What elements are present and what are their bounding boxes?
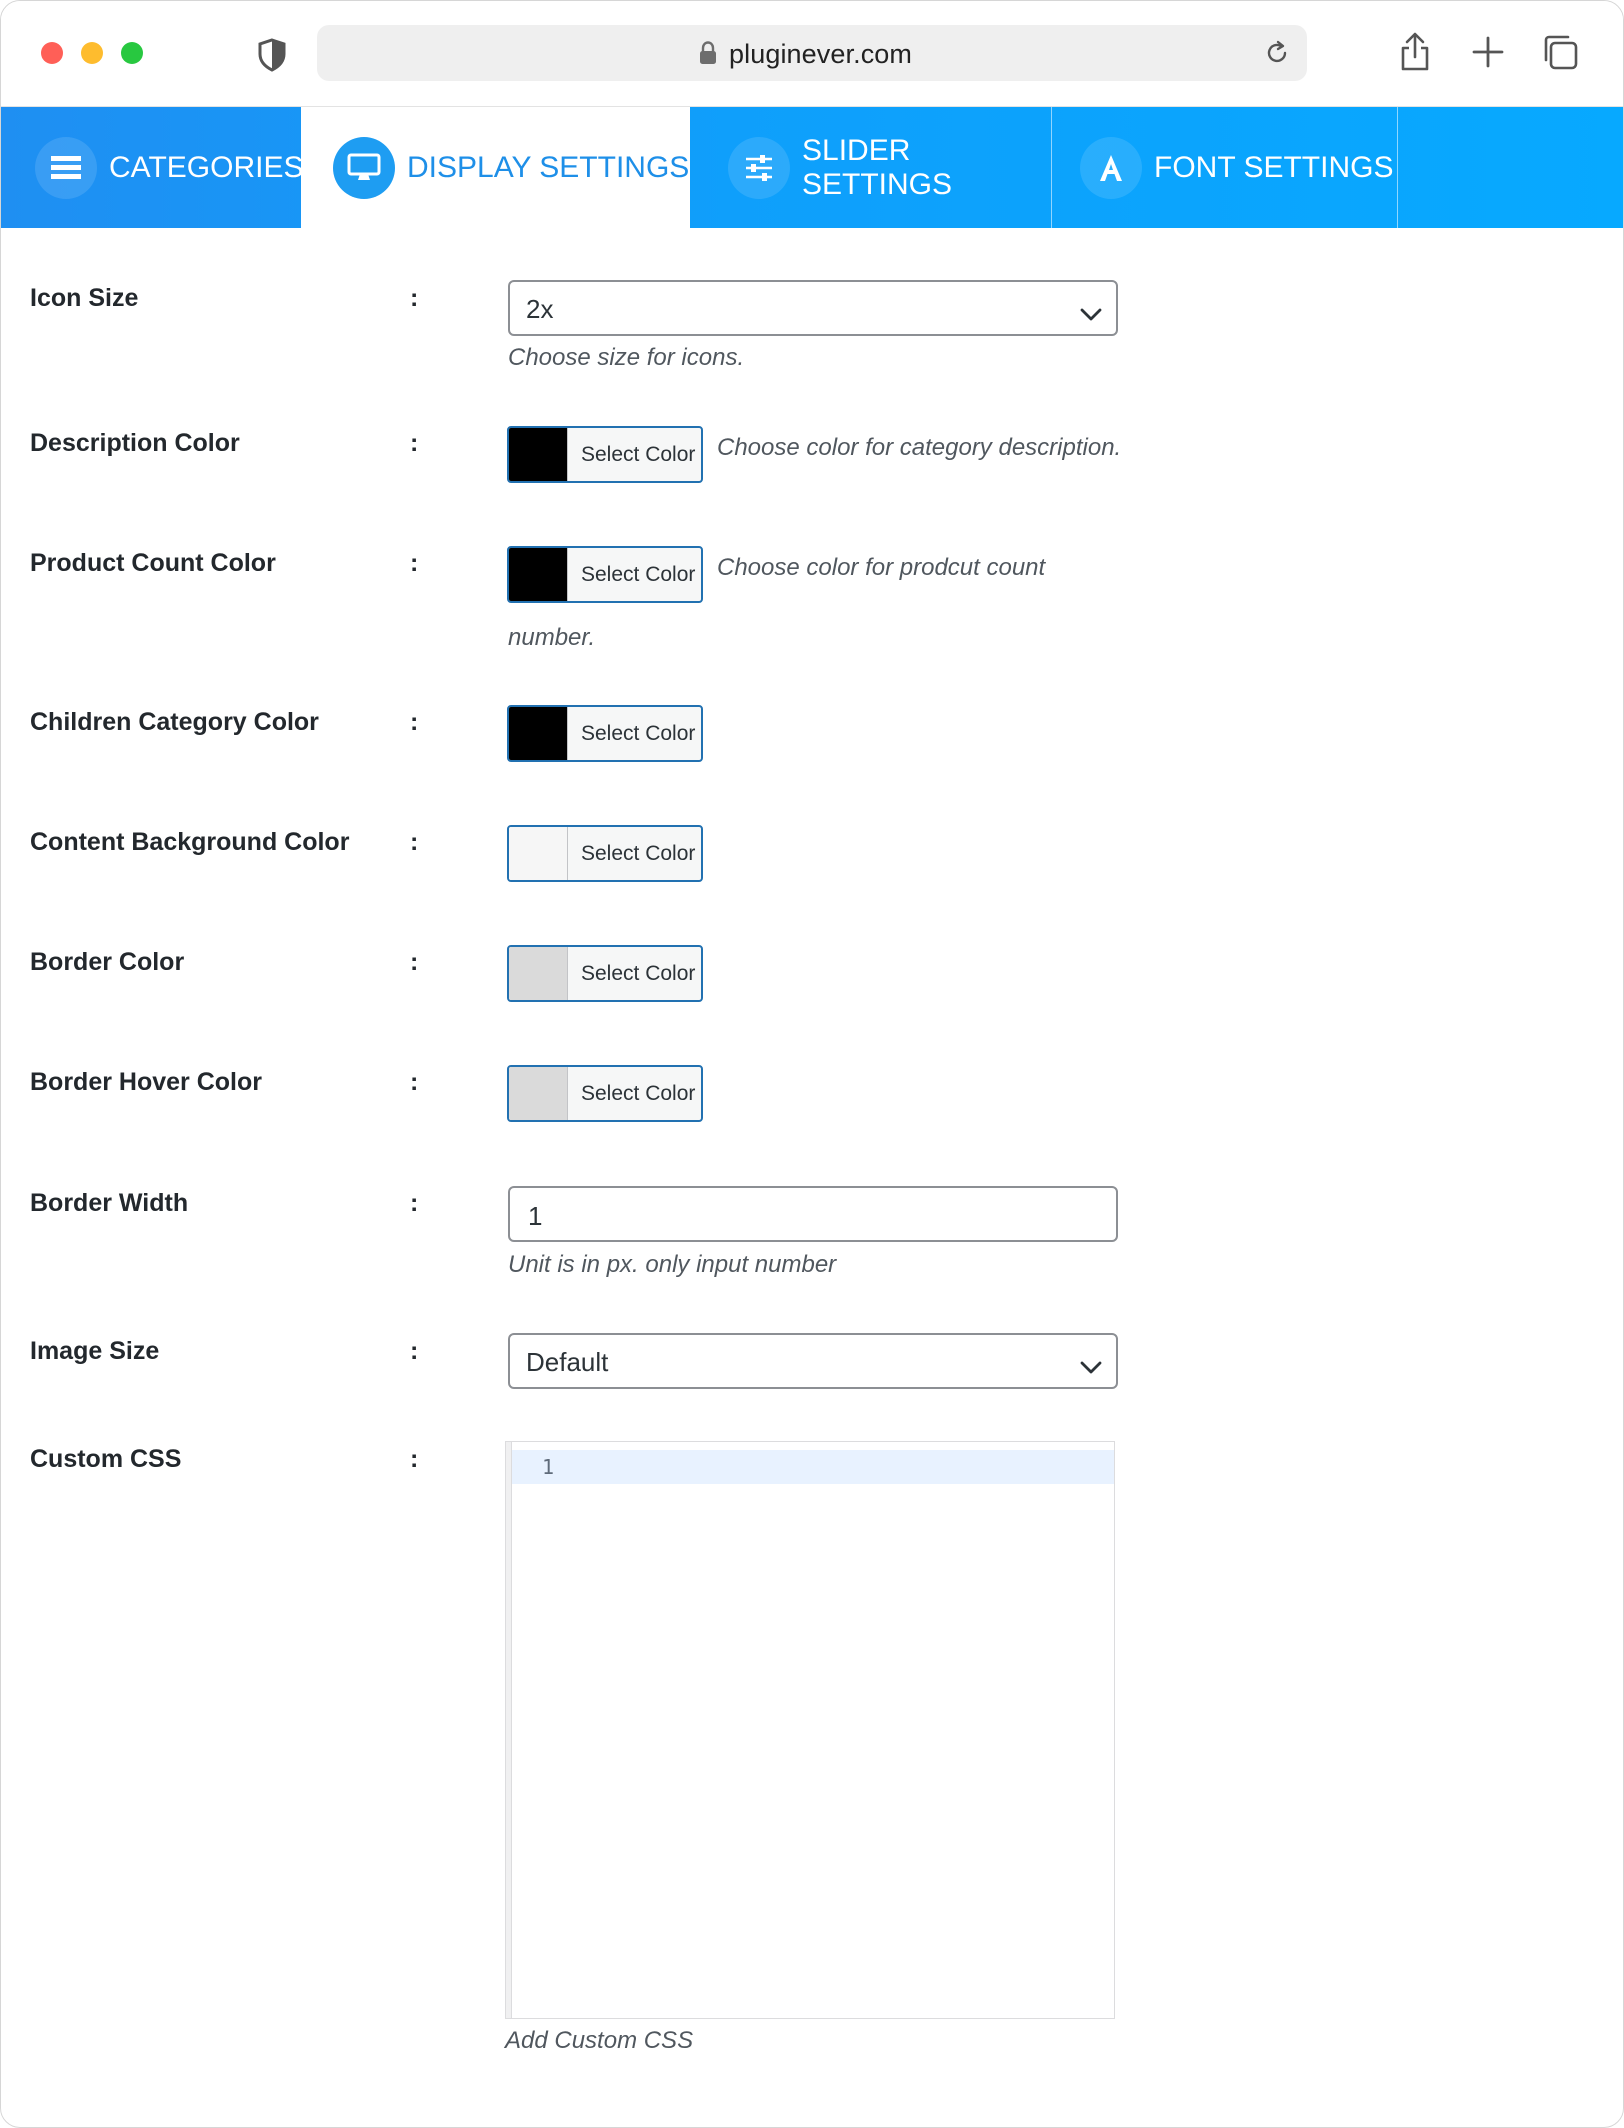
content-background-color-button[interactable]: Select Color xyxy=(507,825,703,882)
tab-label: CATEGORIES xyxy=(109,150,304,184)
border-width-value: 1 xyxy=(528,1201,543,1231)
select-color-label: Select Color xyxy=(581,842,696,865)
lock-icon xyxy=(699,41,717,70)
border-color-button[interactable]: Select Color xyxy=(507,945,703,1002)
custom-css-label: Custom CSS xyxy=(30,1445,182,1473)
border-width-input[interactable]: 1 xyxy=(508,1186,1118,1242)
description-color-help: Choose color for category description. xyxy=(717,434,1122,461)
content-background-color-colon: : xyxy=(410,828,419,856)
product-count-color-help-continued: number. xyxy=(508,624,596,651)
editor-active-line xyxy=(512,1450,1114,1484)
browser-window: pluginever.com CATEGORIES DISPLAY SETTIN… xyxy=(0,0,1624,2128)
border-width-colon: : xyxy=(410,1189,419,1217)
settings-tab-bar: CATEGORIES DISPLAY SETTINGS SLIDER SETTI… xyxy=(1,107,1623,228)
border-hover-color-label: Border Hover Color xyxy=(30,1068,262,1096)
description-color-label: Description Color xyxy=(30,429,240,457)
new-tab-icon[interactable] xyxy=(1471,35,1505,74)
list-icon xyxy=(35,136,97,199)
icon-size-help: Choose size for icons. xyxy=(508,344,745,371)
product-count-color-label: Product Count Color xyxy=(30,549,276,577)
border-width-label: Border Width xyxy=(30,1189,189,1217)
border-width-help: Unit is in px. only input number xyxy=(508,1251,837,1278)
product-count-color-button[interactable]: Select Color xyxy=(507,546,703,603)
tab-font-settings[interactable]: FONT SETTINGS xyxy=(1052,107,1398,228)
description-color-colon: : xyxy=(410,429,419,457)
tab-display-settings[interactable]: DISPLAY SETTINGS xyxy=(301,107,690,228)
color-swatch xyxy=(509,1067,568,1120)
select-color-label: Select Color xyxy=(581,962,696,985)
tab-label: DISPLAY SETTINGS xyxy=(407,150,690,184)
tab-overview-icon[interactable] xyxy=(1541,33,1579,76)
select-color-label: Select Color xyxy=(581,443,696,466)
custom-css-editor[interactable]: 1 xyxy=(505,1441,1115,2019)
tab-categories[interactable]: CATEGORIES xyxy=(1,107,304,228)
children-category-color-label: Children Category Color xyxy=(30,708,319,736)
color-swatch xyxy=(509,548,568,601)
color-swatch xyxy=(509,707,568,760)
editor-gutter xyxy=(506,1442,512,2018)
select-color-label: Select Color xyxy=(581,722,696,745)
icon-size-colon: : xyxy=(410,284,419,312)
image-size-colon: : xyxy=(410,1337,419,1365)
color-swatch xyxy=(509,947,568,1000)
border-color-colon: : xyxy=(410,948,419,976)
select-color-label: Select Color xyxy=(581,1082,696,1105)
minimize-window-button[interactable] xyxy=(81,42,103,64)
content-background-color-label: Content Background Color xyxy=(30,828,350,856)
color-swatch xyxy=(509,428,568,481)
address-bar[interactable]: pluginever.com xyxy=(317,25,1307,81)
browser-toolbar: pluginever.com xyxy=(1,1,1623,107)
tab-slider-settings[interactable]: SLIDER SETTINGS xyxy=(690,107,1052,228)
chevron-down-icon xyxy=(1080,298,1102,329)
sliders-icon xyxy=(728,136,790,199)
icon-size-select[interactable]: 2x xyxy=(508,280,1118,336)
share-icon[interactable] xyxy=(1397,31,1433,78)
monitor-icon xyxy=(333,136,395,199)
chevron-down-icon xyxy=(1080,1351,1102,1382)
select-color-label: Select Color xyxy=(581,563,696,586)
description-color-button[interactable]: Select Color xyxy=(507,426,703,483)
color-swatch xyxy=(509,827,568,880)
product-count-color-colon: : xyxy=(410,549,419,577)
border-hover-color-colon: : xyxy=(410,1068,419,1096)
custom-css-help: Add Custom CSS xyxy=(505,2027,694,2054)
product-count-color-help: Choose color for prodcut count xyxy=(717,554,1046,581)
border-color-label: Border Color xyxy=(30,948,185,976)
maximize-window-button[interactable] xyxy=(121,42,143,64)
children-category-color-button[interactable]: Select Color xyxy=(507,705,703,762)
custom-css-colon: : xyxy=(410,1445,419,1473)
privacy-shield-icon[interactable] xyxy=(257,38,287,77)
font-icon xyxy=(1080,136,1142,199)
image-size-select[interactable]: Default xyxy=(508,1333,1118,1389)
close-window-button[interactable] xyxy=(41,42,63,64)
icon-size-value: 2x xyxy=(526,294,554,324)
image-size-label: Image Size xyxy=(30,1337,160,1365)
children-category-color-colon: : xyxy=(410,708,419,736)
url-text: pluginever.com xyxy=(729,39,913,69)
image-size-value: Default xyxy=(526,1347,609,1377)
border-hover-color-button[interactable]: Select Color xyxy=(507,1065,703,1122)
tab-label: SLIDER SETTINGS xyxy=(802,133,953,201)
tab-label: FONT SETTINGS xyxy=(1154,150,1394,184)
icon-size-label: Icon Size xyxy=(30,284,139,312)
editor-line-number: 1 xyxy=(542,1455,555,1479)
reload-icon[interactable] xyxy=(1263,39,1291,72)
